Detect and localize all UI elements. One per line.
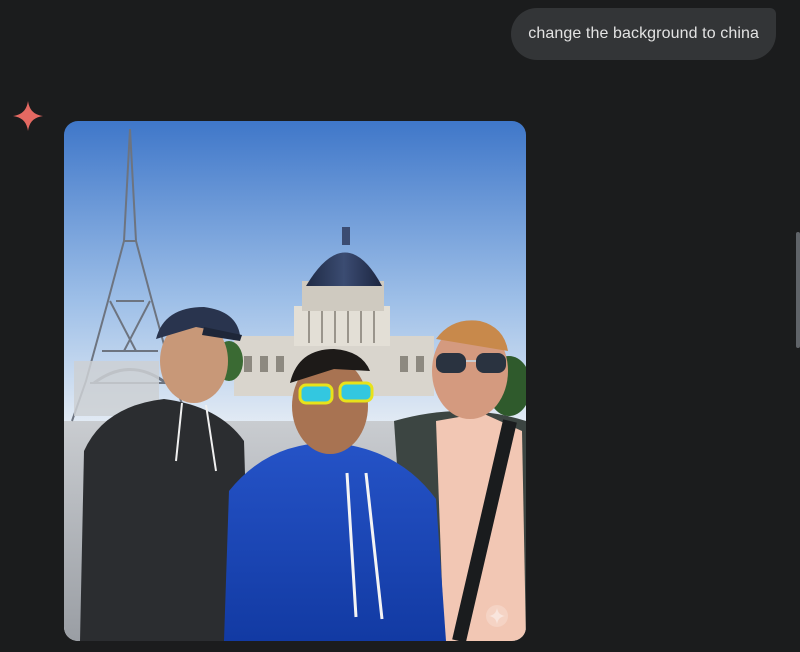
scrollbar-thumb[interactable] — [796, 232, 800, 348]
user-message-text: change the background to china — [528, 25, 759, 42]
chat-page: change the background to china — [0, 0, 800, 652]
generated-image-illustration — [64, 121, 526, 641]
sparkle-icon — [13, 101, 43, 131]
user-message-bubble: change the background to china — [511, 8, 776, 60]
sparkle-watermark-icon — [486, 605, 508, 627]
generated-image[interactable] — [64, 121, 526, 641]
